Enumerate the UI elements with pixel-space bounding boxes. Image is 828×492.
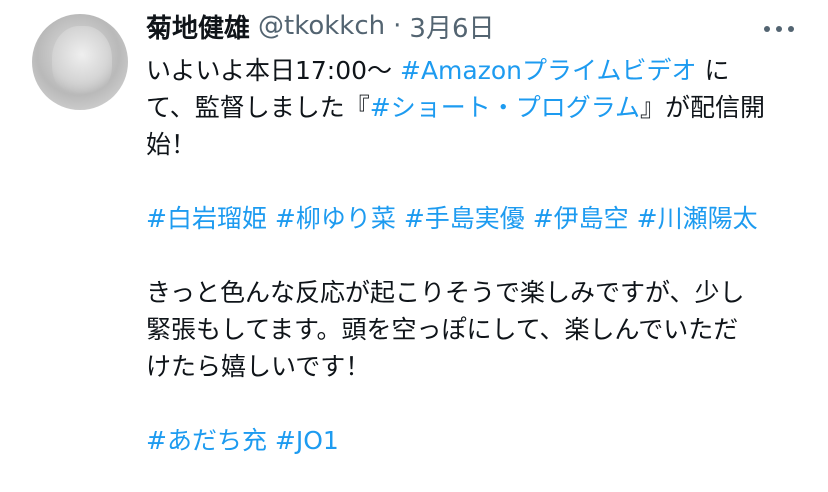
more-dot	[764, 26, 770, 32]
avatar[interactable]	[32, 14, 128, 110]
text-segment: 緊張もしてます。頭を空っぽにして、楽しんでいただ	[146, 315, 739, 344]
hashtag-link[interactable]: #Amazonプライムビデオ	[400, 56, 697, 85]
text-segment: に	[696, 56, 730, 85]
hashtag-link[interactable]: #手島実優	[404, 204, 525, 233]
tweet-header: 菊地健雄 @tkokkch · 3月6日	[146, 4, 495, 48]
text-segment: 始！	[146, 130, 197, 159]
tweet-line: きっと色んな反応が起こりそうで楽しみですが、少し	[146, 274, 806, 311]
text-segment: きっと色んな反応が起こりそうで楽しみですが、少し	[146, 278, 745, 307]
hashtag-link[interactable]: #JO1	[275, 426, 339, 455]
display-name[interactable]: 菊地健雄	[146, 8, 250, 45]
hashtag-link[interactable]: #川瀬陽太	[637, 204, 758, 233]
end-hashtags: #あだち充 #JO1	[146, 422, 806, 459]
more-dot	[776, 26, 782, 32]
user-handle[interactable]: @tkokkch	[258, 11, 385, 41]
tweet-line: て、監督しました『#ショート・プログラム』が配信開	[146, 89, 806, 126]
hashtag-link[interactable]: #白岩瑠姫	[146, 204, 267, 233]
hashtag-link[interactable]: #あだち充	[146, 426, 267, 455]
more-options-icon[interactable]	[764, 14, 794, 44]
text-segment: て、監督しました『	[146, 93, 370, 122]
avatar-image	[52, 26, 112, 98]
tweet-date[interactable]: 3月6日	[409, 8, 494, 45]
hashtag-link[interactable]: #柳ゆり菜	[275, 204, 396, 233]
tweet-line: 緊張もしてます。頭を空っぽにして、楽しんでいただ	[146, 311, 806, 348]
tweet-line: 始！	[146, 126, 806, 163]
cast-hashtags: #白岩瑠姫 #柳ゆり菜 #手島実優 #伊島空 #川瀬陽太	[146, 200, 806, 237]
tweet-text: いよいよ本日17:00〜 #Amazonプライムビデオ に て、監督しました『#…	[146, 52, 806, 459]
text-segment: 』が配信開	[639, 93, 765, 122]
separator-dot: ·	[393, 11, 402, 41]
text-segment: けたら嬉しいです！	[146, 352, 371, 381]
text-segment: いよいよ本日17:00〜	[146, 56, 400, 85]
hashtag-link[interactable]: #ショート・プログラム	[370, 93, 640, 122]
more-dot	[788, 26, 794, 32]
tweet-line: いよいよ本日17:00〜 #Amazonプライムビデオ に	[146, 52, 806, 89]
tweet: 菊地健雄 @tkokkch · 3月6日 いよいよ本日17:00〜 #Amazo…	[0, 0, 828, 492]
tweet-line: けたら嬉しいです！	[146, 348, 806, 385]
hashtag-link[interactable]: #伊島空	[533, 204, 629, 233]
